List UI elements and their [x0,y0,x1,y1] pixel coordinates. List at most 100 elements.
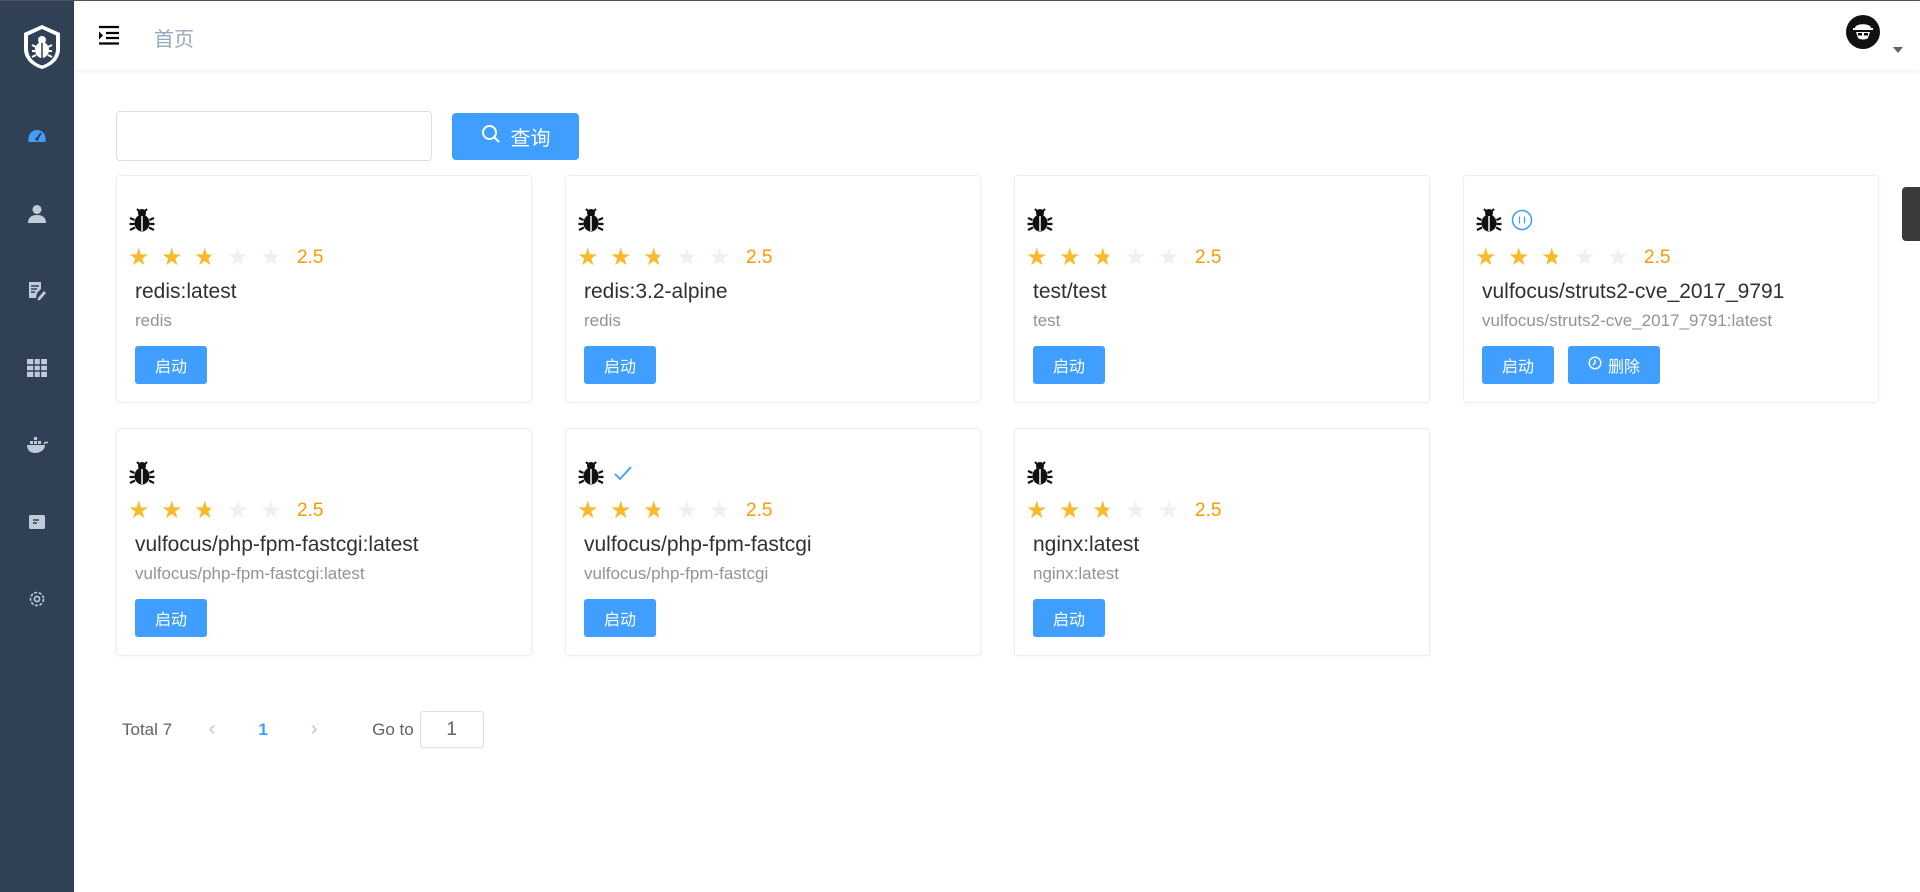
card-actions: 启动 [584,346,657,384]
star-icon[interactable]: ★ [1092,246,1125,270]
start-button-label: 启动 [155,612,188,629]
image-card: ★ ★ ★ ★ ★ 2.5 vulfocus/php-fpm-fastcgi vulfocus… [565,428,981,656]
rating[interactable]: ★ ★ ★ ★ ★ 2.5 [1475,246,1670,270]
goto-page-input[interactable] [419,711,484,748]
floating-widget[interactable] [1902,187,1920,241]
search-input[interactable] [116,111,432,161]
star-icon[interactable]: ★ [194,246,227,270]
star-icon[interactable]: ★ [610,499,643,523]
card-icon-row [577,206,605,239]
star-icon[interactable]: ★ [1158,246,1191,270]
start-button[interactable]: 启动 [1033,346,1106,384]
star-icon[interactable]: ★ [676,499,709,523]
start-button[interactable]: 启动 [1033,599,1106,637]
card-subtitle: vulfocus/php-fpm-fastcgi:latest [135,564,365,583]
star-icon[interactable]: ★ [128,499,161,523]
star-icon[interactable]: ★ [709,246,742,270]
rating[interactable]: ★ ★ ★ ★ ★ 2.5 [1026,246,1221,270]
star-icon[interactable]: ★ [227,246,260,270]
breadcrumb[interactable]: 首页 [154,23,194,52]
card-title: redis:latest [135,280,237,303]
start-button[interactable]: 启动 [584,599,657,637]
star-icon[interactable]: ★ [260,246,293,270]
card-icon-row [1026,206,1054,239]
goto-label: Go to [372,719,414,739]
user-icon[interactable] [25,202,49,226]
star-icon[interactable]: ★ [1541,246,1574,270]
star-icon[interactable]: ★ [1059,499,1092,523]
star-icon[interactable]: ★ [1607,246,1640,270]
page-number-current[interactable]: 1 [238,720,288,740]
sidebar [0,1,74,892]
star-icon[interactable]: ★ [1475,246,1508,270]
rating[interactable]: ★ ★ ★ ★ ★ 2.5 [128,246,323,270]
star-icon[interactable]: ★ [194,499,227,523]
search-button[interactable]: 查询 [452,113,579,160]
start-button[interactable]: 启动 [1482,346,1555,384]
star-icon[interactable]: ★ [260,499,293,523]
rating-value: 2.5 [297,247,324,268]
star-icon[interactable]: ★ [161,499,194,523]
star-icon[interactable]: ★ [1158,499,1191,523]
image-card: ★ ★ ★ ★ ★ 2.5 redis:latest redis 启动 [116,175,532,403]
rating[interactable]: ★ ★ ★ ★ ★ 2.5 [128,499,323,523]
card-icon[interactable] [25,510,49,534]
start-button[interactable]: 启动 [135,346,208,384]
star-icon[interactable]: ★ [1125,246,1158,270]
card-subtitle: test [1033,311,1061,330]
prev-page-icon[interactable]: ‹ [186,718,238,741]
card-title: vulfocus/php-fpm-fastcgi:latest [135,533,419,556]
star-icon[interactable]: ★ [577,499,610,523]
card-icon-row [1475,206,1533,239]
star-icon[interactable]: ★ [1059,246,1092,270]
delete-button[interactable]: 删除 [1568,346,1661,384]
next-page-icon[interactable]: › [288,718,340,741]
rating-value: 2.5 [746,500,773,521]
card-title: nginx:latest [1033,533,1140,556]
card-actions: 启动 [135,346,208,384]
hamburger-menu-icon[interactable] [98,25,120,45]
card-subtitle: vulfocus/php-fpm-fastcgi [584,564,769,583]
pause-icon[interactable] [1511,209,1533,236]
star-icon[interactable]: ★ [1026,246,1059,270]
star-icon[interactable]: ★ [227,499,260,523]
card-icon-row [577,459,633,492]
bug-shield-logo[interactable] [20,23,64,71]
star-icon[interactable]: ★ [1092,499,1125,523]
rating[interactable]: ★ ★ ★ ★ ★ 2.5 [577,246,772,270]
star-icon[interactable]: ★ [1574,246,1607,270]
star-icon[interactable]: ★ [1026,499,1059,523]
star-icon[interactable]: ★ [1125,499,1158,523]
star-icon[interactable]: ★ [128,246,161,270]
start-button-label: 启动 [1502,359,1535,376]
star-icon[interactable]: ★ [676,246,709,270]
bug-icon [1026,459,1054,492]
edit-doc-icon[interactable] [25,279,49,303]
dashboard-icon[interactable] [25,125,49,149]
clock-icon [1588,355,1602,375]
start-button-label: 启动 [1053,612,1086,629]
user-avatar[interactable] [1846,15,1880,49]
bug-icon [128,459,156,492]
grid-icon[interactable] [25,356,49,380]
start-button-label: 启动 [1053,359,1086,376]
delete-button-label: 删除 [1608,359,1641,376]
docker-icon[interactable] [25,433,49,457]
rating[interactable]: ★ ★ ★ ★ ★ 2.5 [1026,499,1221,523]
start-button-label: 启动 [604,359,637,376]
star-icon[interactable]: ★ [643,246,676,270]
star-icon[interactable]: ★ [610,246,643,270]
card-subtitle: redis [135,311,172,330]
start-button[interactable]: 启动 [584,346,657,384]
star-icon[interactable]: ★ [161,246,194,270]
star-icon[interactable]: ★ [709,499,742,523]
star-icon[interactable]: ★ [577,246,610,270]
star-icon[interactable]: ★ [643,499,676,523]
bug-icon [577,206,605,239]
start-button[interactable]: 启动 [135,599,208,637]
star-icon[interactable]: ★ [1508,246,1541,270]
gear-icon[interactable] [25,587,49,611]
search-button-label: 查询 [510,128,551,150]
caret-down-icon[interactable] [1893,47,1903,53]
rating[interactable]: ★ ★ ★ ★ ★ 2.5 [577,499,772,523]
